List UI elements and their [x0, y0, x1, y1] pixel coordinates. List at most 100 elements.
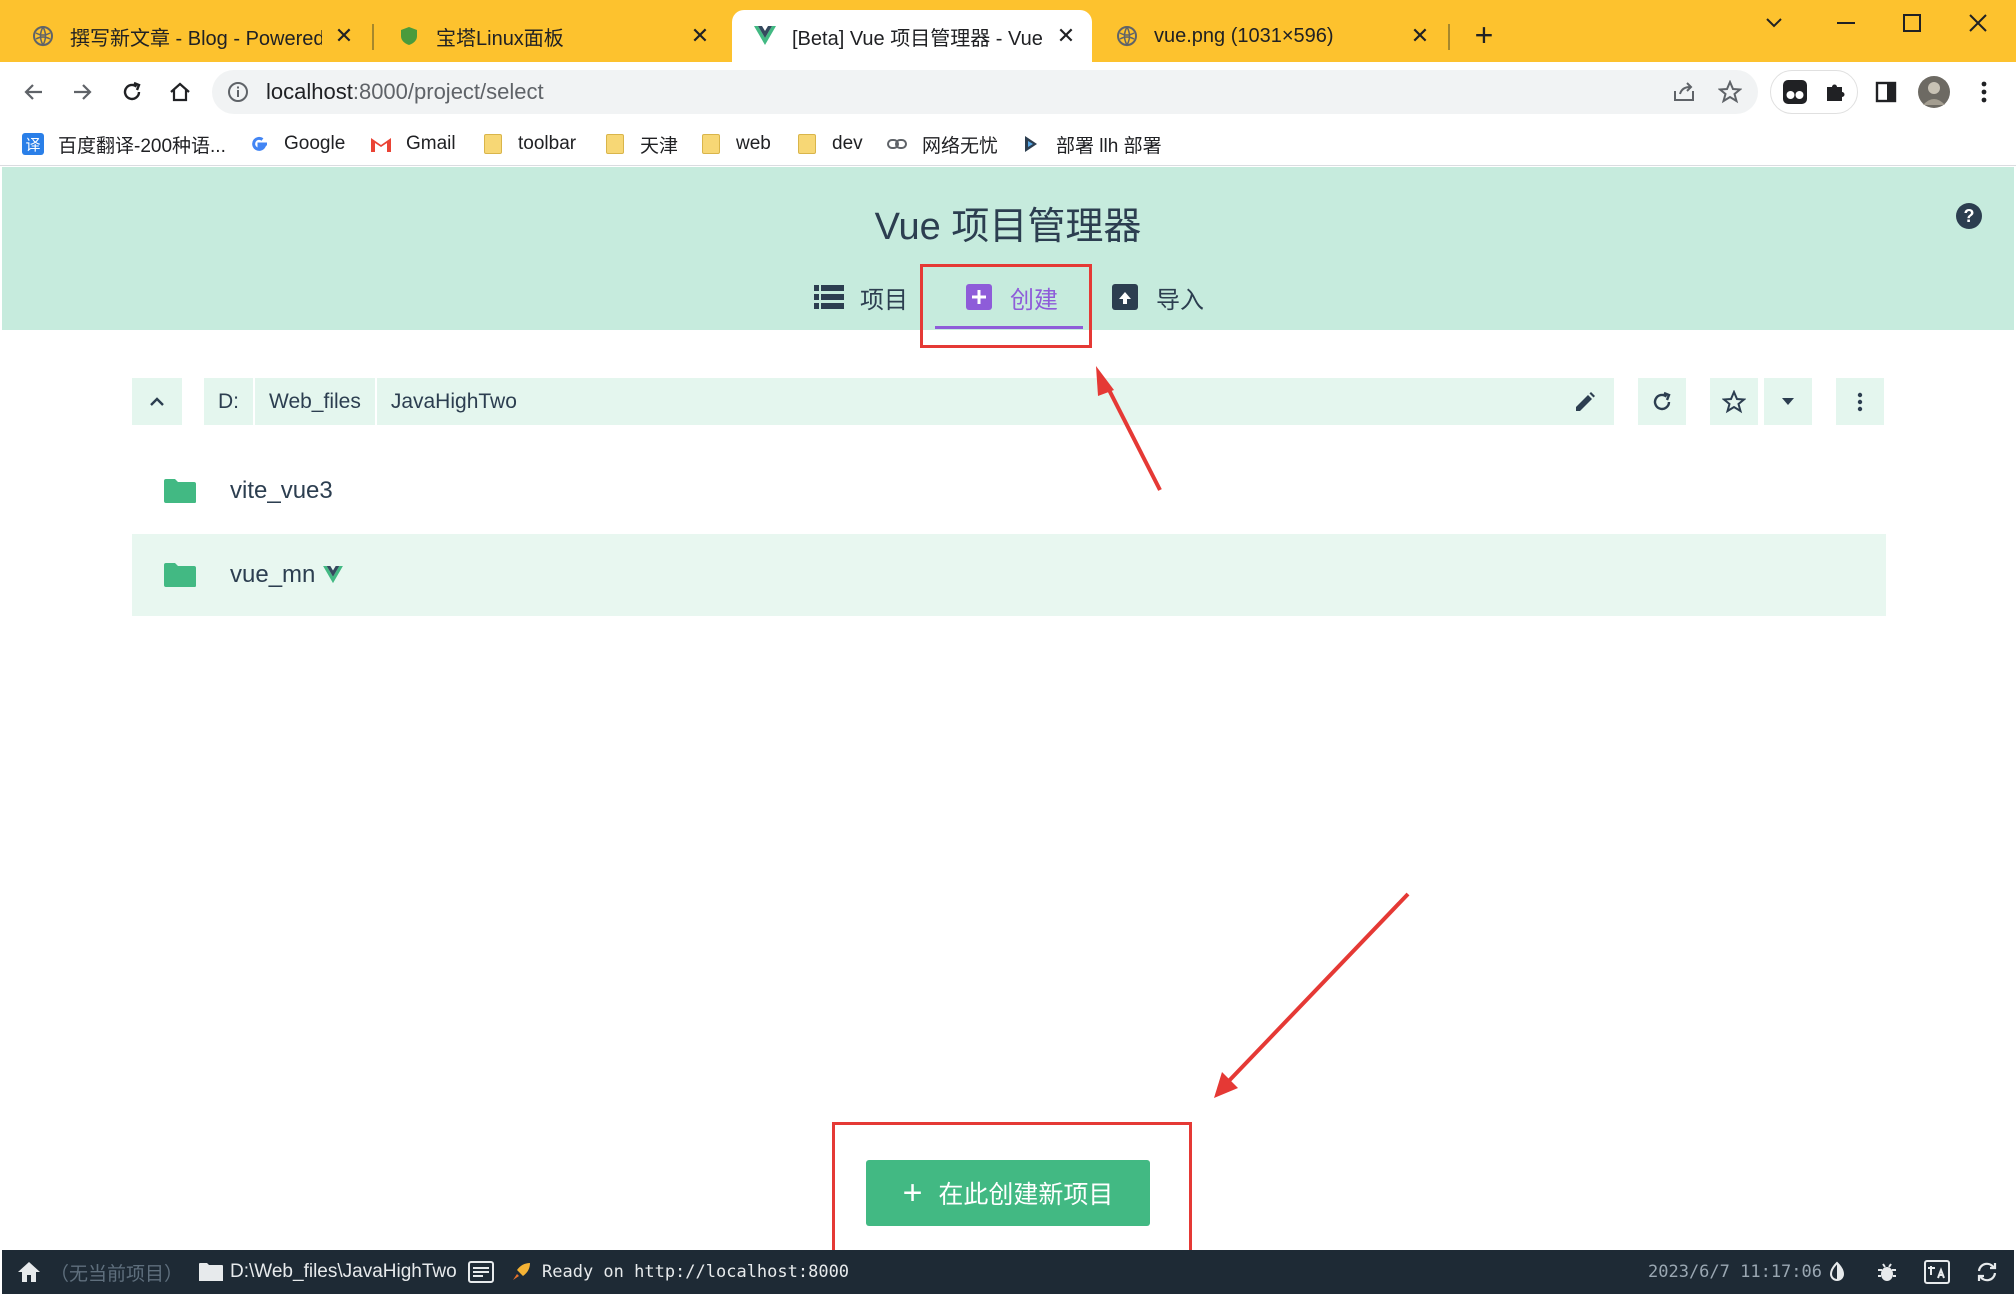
tab-label: 项目 [860, 286, 908, 314]
deploy-icon [1020, 133, 1042, 155]
tampermonkey-icon[interactable] [1781, 78, 1809, 106]
bookmark-label: Gmail [406, 133, 456, 154]
extension-pill [1770, 70, 1858, 114]
tab-import[interactable]: 导入 [1110, 273, 1204, 321]
tab-label: 导入 [1156, 286, 1204, 314]
new-tab-button[interactable]: + [1468, 19, 1500, 52]
side-panel-icon[interactable] [1866, 72, 1906, 112]
window-close-icon[interactable] [1950, 8, 2006, 38]
tab-title: 撰写新文章 - Blog - Powered by [70, 27, 322, 50]
tab-search-chevron-icon[interactable] [1746, 8, 1802, 38]
browser-tab-vue-cli[interactable]: [Beta] Vue 项目管理器 - Vue CLI ✕ [732, 10, 1092, 62]
forward-arrow-icon[interactable] [62, 72, 102, 112]
breadcrumb-web-files[interactable]: Web_files [255, 378, 377, 425]
bookmark-folder-tianjin[interactable]: 天津 [604, 128, 678, 160]
breadcrumb-drive[interactable]: D: [204, 378, 255, 425]
tab-title: vue.png (1031×596) [1154, 24, 1334, 47]
folder-icon [164, 479, 196, 503]
breadcrumb-current[interactable]: JavaHighTwo [377, 378, 1570, 425]
bookmark-folder-web[interactable]: web [700, 128, 771, 160]
page-title: Vue 项目管理器 [874, 206, 1142, 248]
close-icon[interactable]: ✕ [332, 23, 356, 48]
home-icon[interactable] [160, 72, 200, 112]
browser-tab-baota[interactable]: 宝塔Linux面板 ✕ [376, 10, 726, 62]
folder-icon [482, 133, 504, 155]
profile-avatar[interactable] [1914, 72, 1954, 112]
close-icon[interactable]: ✕ [688, 23, 712, 48]
bookmark-deploy[interactable]: 部署 llh 部署 [1020, 128, 1162, 160]
server-log-status[interactable]: Ready on http://localhost:8000 [542, 1250, 849, 1294]
path-breadcrumb: D: Web_files JavaHighTwo [204, 378, 1614, 425]
close-icon[interactable]: ✕ [1054, 23, 1078, 48]
annotation-box-create-button [832, 1122, 1192, 1258]
help-icon[interactable]: ? [1956, 203, 1982, 229]
kebab-menu-icon[interactable] [1964, 72, 2004, 112]
unarchive-icon [1110, 282, 1140, 312]
back-arrow-icon[interactable] [14, 72, 54, 112]
bookmark-gmail[interactable]: Gmail [370, 128, 456, 160]
close-icon[interactable]: ✕ [1408, 23, 1432, 48]
minimize-icon[interactable] [1818, 8, 1874, 38]
site-info-icon[interactable] [226, 80, 250, 104]
share-icon[interactable] [1670, 78, 1698, 106]
bookmark-baidu-translate[interactable]: 译 百度翻译-200种语... [22, 128, 226, 160]
favorite-star-icon[interactable] [1710, 378, 1758, 425]
folder-icon [796, 133, 818, 155]
rocket-icon [508, 1259, 534, 1285]
google-icon [248, 133, 270, 155]
tab-projects[interactable]: 项目 [814, 273, 908, 321]
folder-icon [164, 563, 196, 587]
list-item[interactable]: vite_vue3 [132, 450, 1886, 532]
folder-icon [700, 133, 722, 155]
baota-shield-icon [398, 25, 420, 47]
address-bar[interactable]: localhost:8000/project/select [212, 70, 1758, 114]
list-item[interactable]: vue_mn [132, 534, 1886, 616]
current-project-status[interactable]: （无当前项目） [50, 1250, 183, 1294]
bookmark-label: 网络无忧 [922, 135, 999, 157]
bookmarks-bar: 译 百度翻译-200种语... Google Gmail toolbar 天津 … [0, 122, 2016, 166]
bookmark-star-icon[interactable] [1716, 78, 1744, 106]
bookmark-folder-dev[interactable]: dev [796, 128, 863, 160]
translate-icon: 译 [22, 133, 44, 155]
bookmark-wangluowuyou[interactable]: 网络无忧 [886, 128, 998, 160]
bookmark-folder-toolbar[interactable]: toolbar [482, 128, 576, 160]
maximize-icon[interactable] [1884, 8, 1940, 38]
folder-icon [604, 133, 626, 155]
console-log-icon [468, 1259, 494, 1285]
browser-tab-strip: 撰写新文章 - Blog - Powered by ✕ 宝塔Linux面板 ✕ … [0, 0, 2016, 62]
bookmark-label: web [736, 133, 771, 154]
annotation-arrowhead [1214, 1072, 1238, 1098]
browser-tab-vue-png[interactable]: vue.png (1031×596) ✕ [1094, 10, 1446, 62]
tab-title: 宝塔Linux面板 [436, 27, 564, 50]
browser-tab-blog[interactable]: 撰写新文章 - Blog - Powered by ✕ [10, 10, 370, 62]
translate-language-icon[interactable] [1924, 1259, 1950, 1285]
vue-logo-icon [754, 25, 776, 47]
tab-title: [Beta] Vue 项目管理器 - Vue CLI [792, 27, 1044, 50]
tab-separator [1448, 24, 1450, 50]
parent-folder-button[interactable] [132, 378, 182, 425]
bookmark-google[interactable]: Google [248, 128, 345, 160]
favorites-dropdown-icon[interactable] [1764, 378, 1812, 425]
bookmark-label: dev [832, 133, 863, 154]
folder-name: vite_vue3 [230, 477, 333, 504]
bookmark-label: toolbar [518, 133, 577, 154]
home-icon[interactable] [16, 1259, 42, 1285]
url-host: localhost [266, 79, 353, 104]
puzzle-extension-icon[interactable] [1821, 78, 1849, 106]
sync-icon[interactable] [1974, 1259, 2000, 1285]
edit-path-pencil-icon[interactable] [1570, 387, 1600, 417]
vue-project-icon [323, 566, 344, 584]
tab-separator [372, 24, 374, 50]
dark-mode-icon[interactable] [1824, 1259, 1850, 1285]
reload-icon[interactable] [112, 72, 152, 112]
bug-report-icon[interactable] [1874, 1259, 1900, 1285]
link-icon [886, 133, 908, 155]
url-path: :8000/project/select [352, 79, 544, 104]
url-text: localhost:8000/project/select [266, 79, 544, 105]
bookmark-label: Google [284, 133, 346, 154]
more-options-icon[interactable] [1836, 378, 1884, 425]
cwd-status[interactable]: D:\Web_files\JavaHighTwo [230, 1250, 457, 1294]
refresh-icon[interactable] [1638, 378, 1686, 425]
bookmark-label: 百度翻译-200种语... [58, 135, 226, 157]
globe-icon [32, 25, 54, 47]
